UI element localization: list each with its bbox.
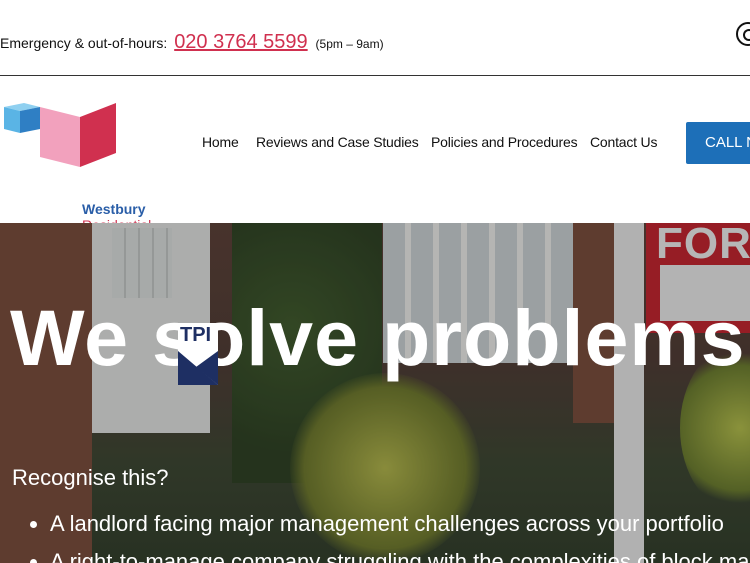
emergency-phone-link[interactable]: 020 3764 5599 bbox=[174, 31, 307, 53]
emergency-contact: Emergency & out-of-hours: 020 3764 5599 … bbox=[0, 31, 384, 54]
hero-bullet-list: A landlord facing major management chall… bbox=[30, 505, 750, 563]
hero-subheading: Recognise this? bbox=[12, 465, 169, 490]
nav-item-contact[interactable]: Contact Us bbox=[590, 134, 657, 150]
tpi-badge-text: TPI bbox=[180, 324, 212, 346]
call-now-button[interactable]: CALL N bbox=[686, 122, 750, 164]
tpi-badge[interactable]: TPI bbox=[178, 323, 218, 385]
nav-item-reviews[interactable]: Reviews and Case Studies bbox=[256, 134, 419, 150]
hero-headline: We solve problems bbox=[10, 293, 746, 382]
list-item: A landlord facing major management chall… bbox=[50, 505, 750, 543]
hero-banner: FOR We solve problems TPI Recognise this… bbox=[0, 223, 750, 563]
top-bar: Emergency & out-of-hours: 020 3764 5599 … bbox=[0, 0, 750, 76]
site-logo[interactable]: Westbury Residential bbox=[4, 103, 154, 233]
whatsapp-icon[interactable] bbox=[736, 22, 750, 46]
emergency-hours: (5pm – 9am) bbox=[315, 37, 384, 51]
logo-cubes-icon bbox=[4, 103, 116, 167]
site-header: Westbury Residential Home Reviews and Ca… bbox=[0, 77, 750, 233]
emergency-label: Emergency & out-of-hours: bbox=[0, 35, 168, 51]
nav-item-home[interactable]: Home bbox=[202, 134, 239, 150]
list-item: A right-to-manage company struggling wit… bbox=[50, 543, 750, 563]
nav-item-policies[interactable]: Policies and Procedures bbox=[431, 134, 578, 150]
logo-name-line1: Westbury bbox=[82, 201, 146, 217]
